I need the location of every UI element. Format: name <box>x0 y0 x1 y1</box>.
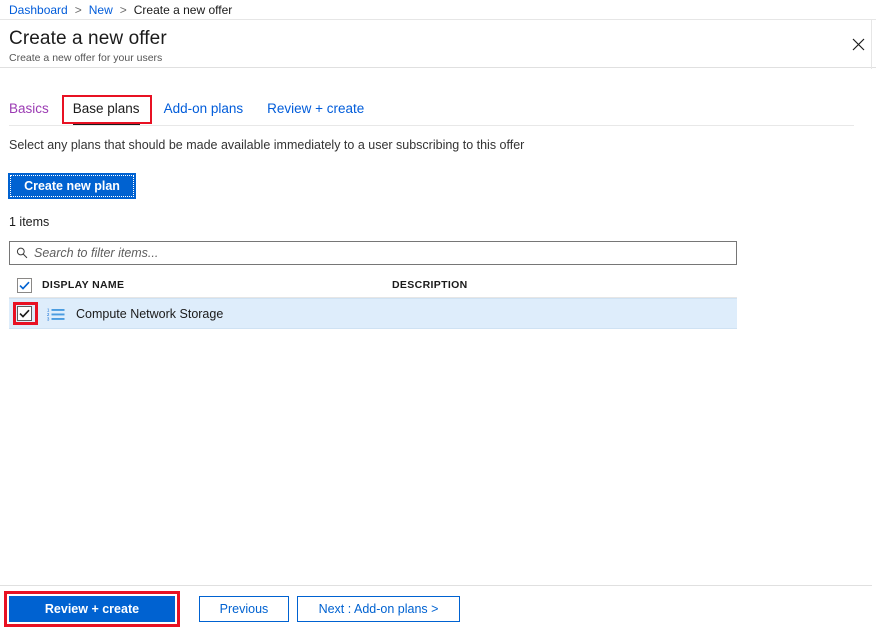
tab-add-on-plans[interactable]: Add-on plans <box>164 101 244 125</box>
items-count-label: 1 items <box>9 215 50 229</box>
search-input[interactable] <box>34 243 736 263</box>
select-all-checkbox[interactable] <box>17 277 32 293</box>
svg-text:3: 3 <box>47 316 50 320</box>
plans-table: DISPLAY NAME DESCRIPTION 1 2 3 Compute N… <box>9 273 737 329</box>
blade-header: Create a new offer Create a new offer fo… <box>0 20 876 68</box>
row-display-name: Compute Network Storage <box>76 306 224 321</box>
search-box[interactable] <box>9 241 737 265</box>
breadcrumb: Dashboard > New > Create a new offer <box>0 0 876 20</box>
select-all-cell <box>9 277 42 293</box>
numbered-list-icon: 1 2 3 <box>44 307 68 321</box>
create-new-offer-blade: Dashboard > New > Create a new offer Cre… <box>0 0 876 632</box>
search-icon <box>10 242 34 264</box>
breadcrumb-separator: > <box>74 2 82 17</box>
table-header-row: DISPLAY NAME DESCRIPTION <box>9 273 737 298</box>
column-header-display-name[interactable]: DISPLAY NAME <box>42 279 392 291</box>
next-button[interactable]: Next : Add-on plans > <box>297 596 460 622</box>
breadcrumb-item-dashboard[interactable]: Dashboard <box>9 3 68 17</box>
footer-command-bar: Review + create Previous Next : Add-on p… <box>0 585 872 632</box>
blade-content: Basics Base plans Add-on plans Review + … <box>0 69 872 585</box>
close-icon[interactable] <box>842 28 874 60</box>
row-checkbox[interactable] <box>17 306 32 321</box>
page-subtitle: Create a new offer for your users <box>9 52 163 64</box>
page-title: Create a new offer <box>9 28 167 49</box>
breadcrumb-item-current: Create a new offer <box>133 2 233 17</box>
tab-basics[interactable]: Basics <box>9 101 49 125</box>
tab-base-plans[interactable]: Base plans <box>72 101 140 125</box>
instruction-text: Select any plans that should be made ava… <box>9 138 525 152</box>
table-row[interactable]: 1 2 3 Compute Network Storage <box>9 298 737 329</box>
breadcrumb-separator: > <box>119 2 127 17</box>
column-header-description[interactable]: DESCRIPTION <box>392 279 737 291</box>
create-new-plan-button[interactable]: Create new plan <box>8 173 136 199</box>
tab-review-create[interactable]: Review + create <box>267 101 364 125</box>
previous-button[interactable]: Previous <box>199 596 289 622</box>
row-select-cell <box>9 306 42 321</box>
review-create-button[interactable]: Review + create <box>9 596 175 622</box>
wizard-tabs: Basics Base plans Add-on plans Review + … <box>9 97 388 125</box>
breadcrumb-item-new[interactable]: New <box>89 3 113 17</box>
tabs-divider <box>9 125 854 126</box>
